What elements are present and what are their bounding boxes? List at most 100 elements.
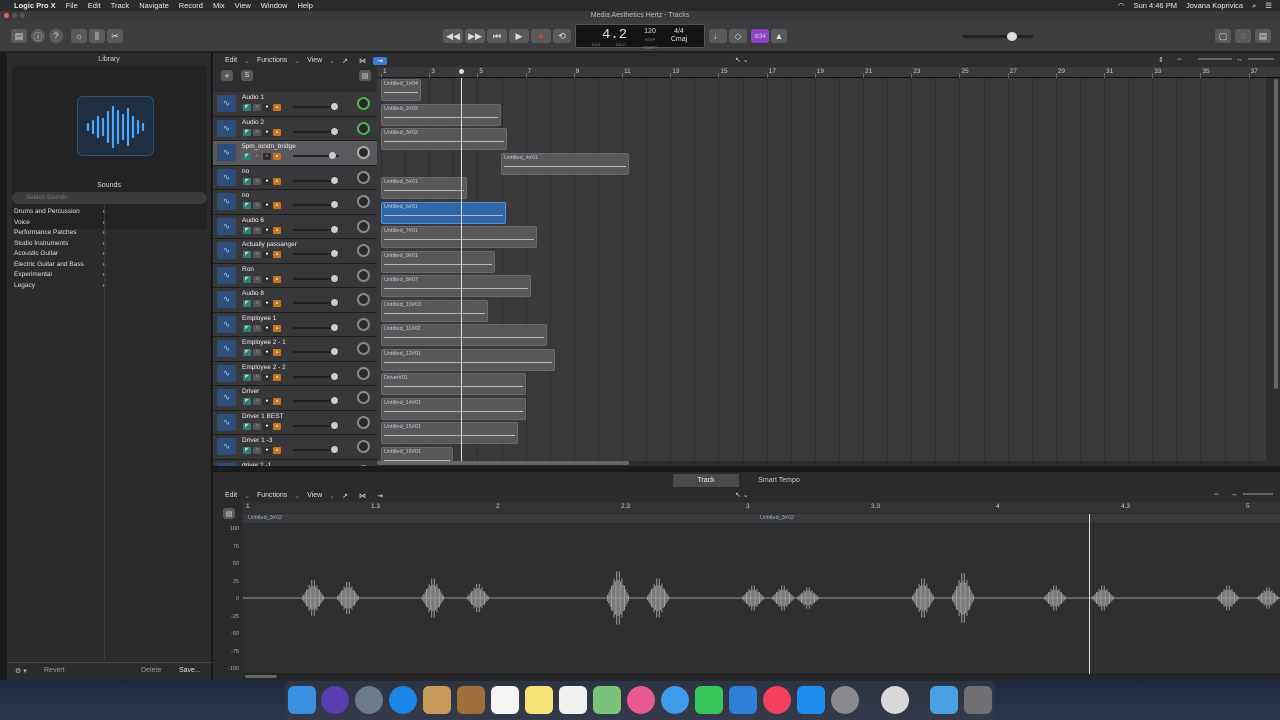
audio-region[interactable]: Untitled_11#02 (381, 324, 547, 346)
tracks-view-menu[interactable]: View (303, 57, 326, 64)
track-header[interactable]: ∿ Employee 1 ◤ ∩ ● ▲ (213, 312, 377, 337)
category-drums[interactable]: Drums and Percussion (12, 208, 106, 219)
track-name[interactable]: Driver (242, 388, 259, 395)
record-enable-button[interactable]: ● (263, 202, 271, 209)
pan-knob[interactable] (357, 440, 370, 453)
input-monitor-button[interactable]: ▲ (273, 177, 281, 185)
wifi-icon[interactable]: ◠ (1118, 1, 1125, 10)
editor-fit-icon[interactable]: ⇔ (1213, 491, 1220, 498)
editor-pointer-tool-icon[interactable]: ↖ ⌄ (735, 491, 749, 499)
input-monitor-button[interactable]: ▲ (273, 202, 281, 209)
menubar-user[interactable]: Jovana Koprivica (1186, 1, 1243, 10)
mute-button[interactable]: ◤ (243, 177, 251, 185)
mute-button[interactable]: ◤ (243, 398, 251, 405)
track-name[interactable]: 5pm_londn_bridge (242, 143, 296, 150)
track-header[interactable]: ∿ Audio 6 ◤ ∩ ● ▲ (213, 214, 377, 239)
headphones-icon[interactable]: ∩ (253, 104, 261, 111)
headphones-icon[interactable]: ∩ (253, 300, 261, 307)
mute-button[interactable]: ◤ (243, 275, 251, 283)
track-header[interactable]: ∿ Audio 1 ◤ ∩ ● ▲ (213, 92, 377, 117)
track-name[interactable]: Audio 2 (242, 119, 264, 126)
editor-automation-icon[interactable]: ↗ (338, 492, 352, 500)
vertical-scrollbar[interactable] (1274, 79, 1278, 389)
trash-icon[interactable] (964, 686, 992, 714)
tracks-functions-menu[interactable]: Functions (253, 57, 291, 64)
input-monitor-button[interactable]: ▲ (273, 324, 281, 332)
pan-knob[interactable] (357, 317, 370, 331)
pan-knob[interactable] (357, 244, 370, 257)
track-header[interactable]: ∿ Driver 1 -3 ◤ ∩ ● ▲ (213, 435, 377, 460)
contacts-icon[interactable] (457, 686, 485, 714)
input-monitor-button[interactable]: ▲ (273, 104, 281, 111)
track-name[interactable]: Employee 1 (242, 315, 276, 322)
headphones-icon[interactable]: ∩ (253, 128, 261, 136)
pan-knob[interactable] (357, 146, 370, 159)
mute-button[interactable]: ◤ (243, 422, 251, 430)
spotlight-icon[interactable]: ⌕ (1252, 1, 1256, 11)
record-enable-button[interactable]: ● (263, 177, 271, 185)
audio-region[interactable]: Untitled_10#03 (381, 299, 488, 322)
fader-knob[interactable] (331, 348, 338, 355)
category-electric-guitar-bass[interactable]: Electric Guitar and Bass (12, 261, 106, 272)
count-in-badge[interactable]: ⊘34 (751, 29, 769, 43)
mute-button[interactable]: ◤ (243, 373, 251, 381)
menu-file[interactable]: File (66, 1, 78, 10)
fader-knob[interactable] (331, 176, 338, 184)
audio-region[interactable]: Untitled_15#01 (381, 422, 518, 444)
save-button[interactable]: Save... (179, 667, 201, 674)
record-enable-button[interactable]: ● (263, 226, 271, 234)
editor-flex-icon[interactable]: ⋈ (355, 492, 370, 500)
pointer-tool-icon[interactable]: ↖ ⌄ (735, 56, 749, 64)
tab-track[interactable]: Track (673, 474, 739, 487)
track-header[interactable]: ∿ no ◤ ∩ ● ▲ (213, 165, 377, 190)
pan-knob[interactable] (357, 195, 370, 208)
mute-button[interactable]: ◤ (243, 153, 251, 160)
track-header[interactable]: ∿ Audio 2 ◤ ∩ ● ▲ (213, 116, 377, 141)
audio-region[interactable]: Untitled_7#01 (381, 226, 537, 248)
track-list-menu-button[interactable]: ▤ (359, 70, 371, 81)
editors-scissors-button[interactable]: ✂ (107, 29, 123, 43)
library-toggle-button[interactable]: ▤ (11, 29, 27, 43)
audio-region[interactable]: Untitled_14#01 (381, 397, 526, 420)
launchpad-icon[interactable] (355, 686, 383, 714)
playhead-marker[interactable] (459, 69, 464, 74)
record-enable-button[interactable]: ● (263, 324, 271, 332)
pan-knob[interactable] (357, 219, 370, 233)
smart-controls-button[interactable]: ☼ (71, 29, 87, 43)
track-header[interactable]: ∿ Driver ◤ ∩ ● ▲ (213, 386, 377, 411)
input-monitor-button[interactable]: ▲ (273, 226, 281, 234)
editor-horizontal-scrollbar[interactable] (245, 675, 277, 678)
mute-button[interactable]: ◤ (243, 128, 251, 136)
editor-functions-menu[interactable]: Functions (253, 492, 291, 499)
lcd-tempo[interactable]: 120 KEEP TEMPO (640, 28, 660, 52)
fader-knob[interactable] (331, 421, 338, 429)
volume-fader[interactable] (293, 397, 339, 404)
music-icon[interactable] (763, 686, 791, 714)
menu-help[interactable]: Help (297, 1, 312, 10)
editor-ruler[interactable]: 1 1.3 2 2.3 3 3.3 4 4.3 5 (243, 502, 1280, 513)
finder-icon[interactable] (288, 686, 316, 714)
record-enable-button[interactable]: ● (263, 275, 271, 283)
editor-menu-button[interactable]: ▤ (223, 508, 235, 519)
catch-playhead-icon[interactable]: ⇥ (372, 56, 387, 65)
fader-knob[interactable] (331, 323, 338, 331)
record-enable-button[interactable]: ● (263, 398, 271, 405)
mute-button[interactable]: ◤ (243, 104, 251, 111)
facetime-icon[interactable] (695, 686, 723, 714)
record-enable-button[interactable]: ● (263, 422, 271, 430)
record-enable-button[interactable]: ● (263, 300, 271, 307)
menubar-clock[interactable]: Sun 4:46 PM (1134, 1, 1177, 10)
menu-view[interactable]: View (235, 1, 251, 10)
pan-knob[interactable] (357, 97, 370, 110)
category-performance-patches[interactable]: Performance Patches (12, 229, 106, 240)
headphones-icon[interactable]: ∩ (253, 422, 261, 430)
category-studio-instruments[interactable]: Studio Instruments (12, 240, 106, 251)
input-monitor-button[interactable]: ▲ (273, 251, 281, 258)
fader-knob[interactable] (331, 103, 338, 110)
master-volume-slider[interactable] (963, 32, 1033, 41)
audio-region[interactable]: Untitled_4#01 (501, 152, 629, 175)
track-header[interactable]: ∿driver 2 -1◤∩●▲ (213, 459, 377, 466)
headphones-icon[interactable]: ∩ (253, 251, 261, 258)
track-header[interactable]: ∿ Employee 2 - 2 ◤ ∩ ● ▲ (213, 361, 377, 386)
fader-knob[interactable] (331, 225, 338, 233)
